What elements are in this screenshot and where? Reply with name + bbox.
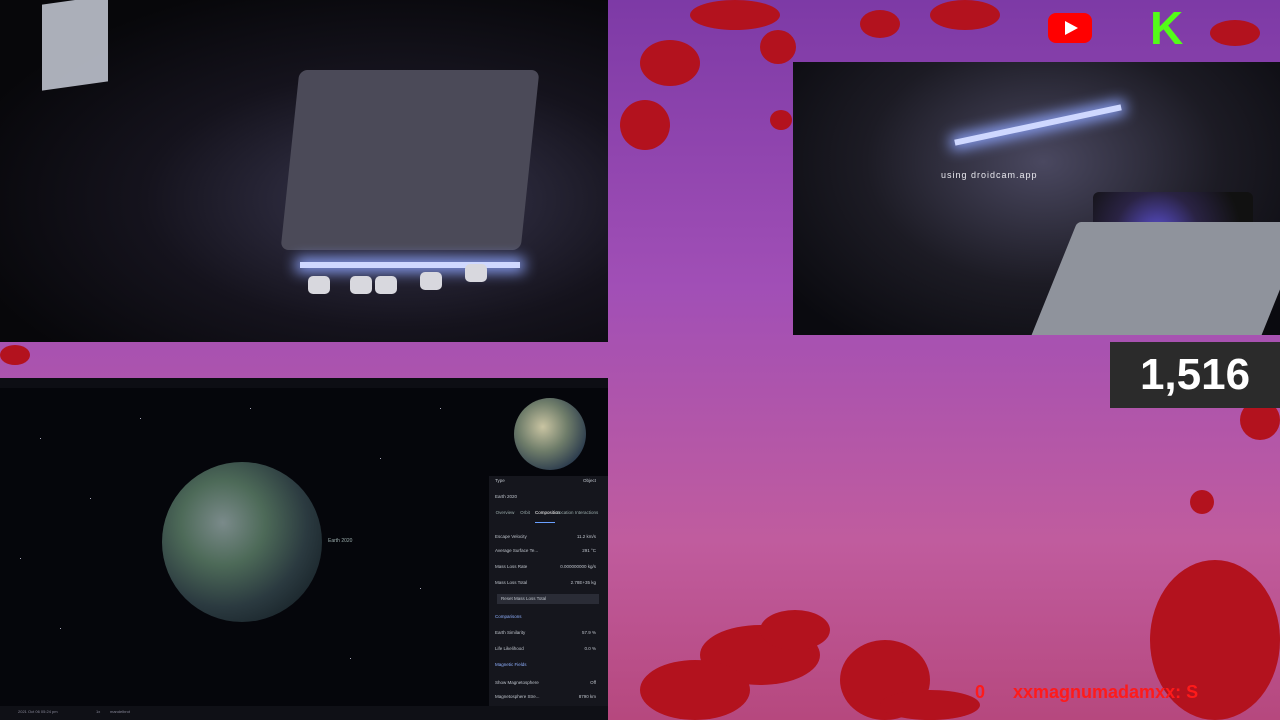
row-label: Magnetosphere Stre... (495, 694, 540, 699)
magnetosphere-strength-row: Magnetosphere Stre... 8790 km (495, 692, 602, 702)
row-value[interactable]: 8790 km (579, 692, 596, 702)
chat-ticker: 0 xxmagnumadamxx: S (975, 680, 1280, 704)
led-strip (954, 104, 1122, 146)
mass-loss-total-row: Mass Loss Total 2.78E+35 kg (495, 578, 602, 588)
row-label: Life Likelihood (495, 646, 524, 651)
space-engine-window: Earth 2020 Type Object Earth 2020 Overvi… (0, 378, 608, 720)
dumbbell (465, 264, 487, 282)
viewer-count: 1,516 (1110, 342, 1280, 408)
dumbbell (375, 276, 397, 294)
row-value[interactable]: 0.000000000 kg/s (560, 562, 596, 572)
earth-globe[interactable] (162, 462, 322, 622)
app-titlebar (0, 378, 608, 388)
object-title: Earth 2020 (495, 494, 518, 499)
show-magnetosphere-row: Show Magnetosphere Off (495, 678, 602, 688)
chat-count: 0 (975, 682, 986, 702)
tab-interactions[interactable]: Interactions (575, 510, 598, 522)
laptop (1028, 222, 1280, 335)
mass-loss-rate-row: Mass Loss Rate 0.000000000 kg/s (495, 562, 602, 572)
reset-mass-loss-button[interactable]: Reset Mass Loss Total (497, 594, 599, 604)
row-value: 291 °C (582, 548, 596, 553)
dumbbell (350, 276, 372, 294)
row-label: Mass Loss Rate (495, 564, 528, 569)
tab-composition[interactable]: Composition (535, 510, 560, 523)
row-label: Mass Loss Total (495, 580, 528, 585)
surface-temp-row: Average Surface Te... 291 °C (495, 546, 602, 556)
row-label: Earth Similarity (495, 630, 526, 635)
magnetosphere-toggle[interactable]: Off (590, 678, 596, 688)
object-info-panel: Type Object Earth 2020 Overview Orbit Comp… (489, 476, 608, 708)
date-display[interactable]: 2021 Oct 06 05:24 pm (18, 709, 58, 714)
row-value: 0.0 % (584, 646, 596, 651)
row-value: 11.2 km/s (576, 534, 596, 539)
dumbbell (308, 276, 330, 294)
earth-label: Earth 2020 (328, 538, 353, 544)
droidcam-watermark: using droidcam.app (941, 170, 1038, 180)
comparisons-header[interactable]: Comparisons (495, 612, 602, 622)
chat-message: xxmagnumadamxx: S (1013, 682, 1199, 702)
monitor (42, 0, 108, 91)
earth-thumbnail (514, 398, 586, 470)
life-likelihood-row: Life Likelihood 0.0 % (495, 644, 602, 654)
magnetic-fields-header[interactable]: Magnetic Fields (495, 660, 602, 670)
type-value[interactable]: Object (583, 476, 596, 486)
status-text: mandelbrot (110, 709, 131, 714)
row-value: 57.9 % (581, 630, 596, 635)
type-row[interactable]: Type Object (495, 476, 602, 486)
app-bottom-toolbar: 2021 Oct 06 05:24 pm 1x mandelbrot (0, 706, 608, 720)
dumbbell (420, 272, 442, 290)
desk-webcam-feed: using droidcam.app (793, 62, 1280, 335)
speed-display[interactable]: 1x (96, 709, 100, 714)
tab-overview[interactable]: Overview (495, 510, 515, 522)
type-label: Type (495, 478, 505, 483)
row-label: Average Surface Te... (495, 548, 539, 553)
panel-tabs: Overview Orbit CompositionLocation Interact… (495, 510, 602, 523)
tab-location[interactable]: Location (555, 510, 575, 522)
row-value[interactable]: 2.78E+35 kg (571, 578, 596, 588)
escape-velocity-row: Escape Velocity 11.2 km/s (495, 532, 602, 542)
youtube-icon (1048, 13, 1092, 43)
room-webcam-feed (0, 0, 608, 342)
row-label: Escape Velocity (495, 534, 527, 539)
earth-similarity-row: Earth Similarity 57.9 % (495, 628, 602, 638)
row-label: Show Magnetosphere (495, 680, 539, 685)
tab-orbit[interactable]: Orbit (515, 510, 535, 522)
led-strip (300, 262, 520, 268)
bed (280, 70, 540, 250)
kick-icon: K (1150, 2, 1184, 54)
